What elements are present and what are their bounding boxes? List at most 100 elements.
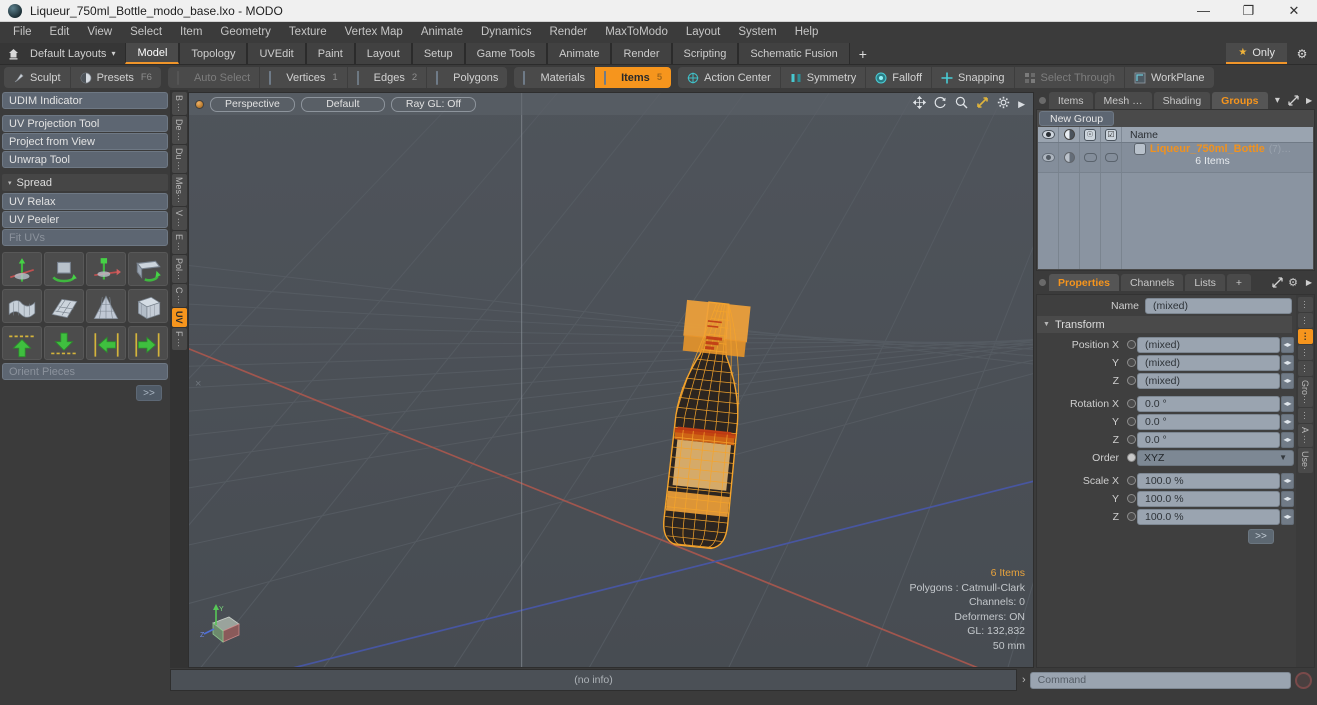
viewport-active-dot[interactable] (195, 99, 204, 109)
project-from-view-button[interactable]: Project from View (2, 133, 168, 150)
uv-rotate-icon[interactable] (44, 252, 84, 286)
left-expand-button[interactable]: >> (136, 385, 162, 401)
default-layouts-dropdown[interactable]: Default Layouts ▾ (26, 43, 125, 64)
scale-y-stepper[interactable]: ◂▸ (1281, 490, 1294, 507)
gear-icon[interactable] (997, 96, 1010, 112)
camera-mode-button[interactable]: Perspective (210, 96, 295, 112)
render-icon[interactable] (1059, 127, 1080, 142)
rotate-icon[interactable] (934, 96, 947, 112)
row-selectable-toggle[interactable] (1080, 143, 1101, 172)
menu-item[interactable]: Item (171, 22, 211, 43)
vtab-c[interactable]: C ··· (171, 284, 187, 308)
tab-paint[interactable]: Paint (305, 43, 355, 64)
fit-uvs-button[interactable]: Fit UVs (2, 229, 168, 246)
chevron-right-icon[interactable]: ▶ (1301, 92, 1317, 109)
visibility-eye-icon[interactable] (1038, 127, 1059, 142)
menu-geometry[interactable]: Geometry (211, 22, 280, 43)
expand-icon[interactable] (1269, 274, 1285, 291)
udim-indicator-button[interactable]: UDIM Indicator (2, 92, 168, 109)
scale-x-field[interactable]: 100.0 % (1137, 472, 1280, 489)
groups-table-body[interactable] (1038, 173, 1313, 269)
shading-mode-button[interactable]: Default (300, 96, 385, 112)
properties-expand-button[interactable]: >> (1248, 528, 1274, 544)
scale-y-field[interactable]: 100.0 % (1137, 490, 1280, 507)
position-y-stepper[interactable]: ◂▸ (1281, 354, 1294, 371)
panel-menu-dot[interactable] (1036, 92, 1049, 109)
position-x-bullet[interactable] (1125, 340, 1137, 349)
uv-move-left-icon[interactable] (86, 326, 126, 360)
uv-move-up-icon[interactable] (2, 326, 42, 360)
menu-view[interactable]: View (78, 22, 121, 43)
maximize-button[interactable]: ❐ (1226, 0, 1271, 22)
position-x-stepper[interactable]: ◂▸ (1281, 336, 1294, 353)
fit-icon[interactable] (976, 96, 989, 112)
action-center-button[interactable]: Action Center (678, 67, 781, 88)
scale-z-stepper[interactable]: ◂▸ (1281, 508, 1294, 525)
position-z-field[interactable]: (mixed) (1137, 372, 1280, 389)
rotation-x-field[interactable]: 0.0 ° (1137, 395, 1280, 412)
chevron-right-icon[interactable]: ▶ (1018, 99, 1025, 110)
viewport-3d[interactable]: × -2 Perspective Default Ray GL: Off (188, 92, 1034, 668)
rvtab-2[interactable]: ··· (1297, 313, 1313, 328)
position-z-stepper[interactable]: ◂▸ (1281, 372, 1294, 389)
tab-shading[interactable]: Shading (1153, 92, 1211, 109)
materials-button[interactable]: Materials (514, 67, 596, 88)
tab-mesh[interactable]: Mesh … (1094, 92, 1152, 109)
menu-help[interactable]: Help (786, 22, 828, 43)
tab-uvedit[interactable]: UVEdit (247, 43, 306, 64)
rvtab-4[interactable]: ··· (1297, 345, 1313, 360)
vtab-uv[interactable]: UV (171, 308, 187, 327)
rvtab-5[interactable]: ··· (1297, 361, 1313, 376)
row-name-cell[interactable]: Liqueur_750ml_Bottle (7)… 6 Items (1122, 143, 1313, 172)
order-bullet[interactable] (1125, 453, 1137, 462)
transform-section-header[interactable]: ▼ Transform (1037, 316, 1292, 333)
gear-icon[interactable]: ⚙ (1287, 43, 1317, 64)
tab-scripting[interactable]: Scripting (671, 43, 739, 64)
vtab-mesh[interactable]: Mes··· (171, 174, 187, 207)
tab-layout[interactable]: Layout (354, 43, 412, 64)
workplane-button[interactable]: WorkPlane (1125, 67, 1214, 88)
rvtab-1[interactable]: ··· (1297, 297, 1313, 312)
sculpt-button[interactable]: Sculpt (4, 67, 71, 88)
spread-section-header[interactable]: ▾ Spread (2, 174, 168, 191)
presets-button[interactable]: Presets F6 (71, 67, 161, 88)
auto-select-button[interactable]: Auto Select (168, 67, 261, 88)
table-row[interactable]: Liqueur_750ml_Bottle (7)… 6 Items (1038, 143, 1313, 173)
menu-edit[interactable]: Edit (41, 22, 79, 43)
uv-move-down-icon[interactable] (44, 326, 84, 360)
menu-select[interactable]: Select (121, 22, 171, 43)
uv-cone-icon[interactable] (86, 289, 126, 323)
new-group-button[interactable]: New Group (1039, 111, 1115, 126)
tab-groups[interactable]: Groups (1212, 92, 1268, 109)
order-dropdown[interactable]: XYZ ▼ (1137, 449, 1294, 466)
scale-z-bullet[interactable] (1125, 512, 1137, 521)
items-button[interactable]: Items 5 (595, 67, 672, 88)
menu-file[interactable]: File (4, 22, 41, 43)
chevron-right-icon[interactable]: ▶ (1301, 274, 1317, 291)
close-button[interactable]: ✕ (1271, 0, 1317, 22)
position-y-field[interactable]: (mixed) (1137, 354, 1280, 371)
rotation-x-stepper[interactable]: ◂▸ (1281, 395, 1294, 412)
vtab-pol[interactable]: Pol··· (171, 255, 187, 284)
position-x-field[interactable]: (mixed) (1137, 336, 1280, 353)
props-menu-dot[interactable] (1036, 274, 1049, 291)
only-toggle[interactable]: ★ Only (1226, 43, 1287, 64)
menu-system[interactable]: System (729, 22, 785, 43)
rvtab-3[interactable]: ··· (1297, 329, 1313, 344)
command-chevron-icon[interactable]: › (1022, 674, 1026, 686)
symmetry-button[interactable]: Symmetry (781, 67, 867, 88)
uv-drape-icon[interactable] (2, 289, 42, 323)
rotation-y-field[interactable]: 0.0 ° (1137, 413, 1280, 430)
tab-schematic-fusion[interactable]: Schematic Fusion (738, 43, 850, 64)
uv-projection-axis-icon[interactable] (2, 252, 42, 286)
vtab-b[interactable]: B ··· (171, 92, 187, 115)
vtab-f[interactable]: F ··· (171, 327, 187, 351)
tag-icon[interactable]: ☑ (1101, 127, 1122, 142)
move-icon[interactable] (912, 95, 927, 112)
name-field[interactable]: (mixed) (1145, 297, 1292, 314)
rotation-x-bullet[interactable] (1125, 399, 1137, 408)
snapping-button[interactable]: Snapping (932, 67, 1015, 88)
falloff-button[interactable]: Falloff (866, 67, 933, 88)
tab-render[interactable]: Render (611, 43, 672, 64)
menu-vertex-map[interactable]: Vertex Map (336, 22, 412, 43)
